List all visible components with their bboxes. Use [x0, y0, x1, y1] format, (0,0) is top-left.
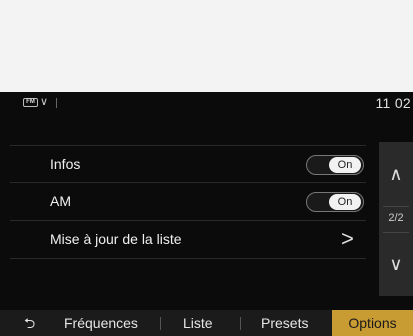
toggle-knob: On [329, 194, 361, 210]
tab-frequences[interactable]: Fréquences [64, 310, 138, 336]
pager-divider [383, 206, 409, 207]
back-button[interactable]: ⮌ [24, 310, 48, 336]
page-scroller: ∧ 2/2 ∨ [379, 142, 413, 296]
scroll-up-button[interactable]: ∧ [379, 142, 413, 206]
status-bar: FM ∨ 11 02 [0, 92, 413, 114]
page-indicator: 2/2 [388, 212, 404, 224]
option-label: Infos [50, 156, 81, 172]
infos-toggle[interactable]: On [306, 155, 364, 175]
bottom-tab-bar: ⮌ Fréquences Liste Presets Options [0, 310, 413, 336]
tab-liste[interactable]: Liste [183, 310, 213, 336]
chevron-down-icon[interactable]: ∨ [40, 95, 48, 108]
option-label: Mise à jour de la liste [50, 231, 182, 247]
am-toggle[interactable]: On [306, 192, 364, 212]
tab-divider [240, 317, 241, 330]
infotainment-screen: FM ∨ 11 02 Infos On AM On Mise à jour de… [0, 92, 413, 336]
options-list: Infos On AM On Mise à jour de la liste > [10, 145, 366, 259]
clock: 11 02 [375, 95, 411, 111]
option-row-infos[interactable]: Infos On [10, 145, 366, 183]
scroll-down-button[interactable]: ∨ [379, 232, 413, 296]
chevron-right-icon: > [341, 226, 354, 251]
fm-radio-icon[interactable]: FM [23, 98, 38, 107]
option-row-am[interactable]: AM On [10, 183, 366, 221]
tab-options[interactable]: Options [332, 310, 413, 336]
option-label: AM [50, 193, 71, 209]
tab-divider [160, 317, 161, 330]
toggle-knob: On [329, 157, 361, 173]
option-row-update-list[interactable]: Mise à jour de la liste > [10, 221, 366, 259]
status-divider [56, 98, 57, 108]
top-blank-area [0, 0, 413, 92]
tab-presets[interactable]: Presets [261, 310, 308, 336]
